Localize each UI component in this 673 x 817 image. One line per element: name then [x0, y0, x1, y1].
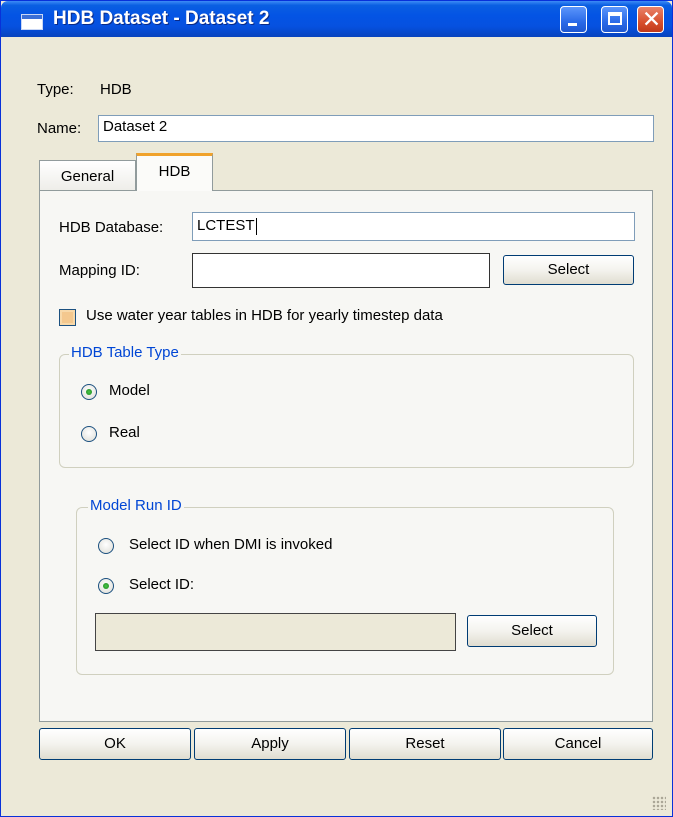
radio-select-id-label: Select ID: [129, 576, 195, 593]
radio-select-id-on-invoke-label: Select ID when DMI is invoked [129, 536, 333, 553]
mapping-id-field[interactable] [192, 253, 490, 288]
window-title: HDB Dataset - Dataset 2 [53, 8, 270, 29]
name-label: Name: [37, 120, 82, 137]
radio-real[interactable] [81, 426, 97, 442]
hdb-database-field[interactable]: LCTEST [192, 212, 635, 241]
maximize-icon [608, 12, 622, 25]
hdb-table-type-title: HDB Table Type [69, 344, 181, 361]
resize-grip-icon[interactable] [652, 796, 666, 810]
reset-button[interactable]: Reset [349, 728, 501, 760]
hdb-database-label: HDB Database: [59, 219, 164, 236]
radio-real-label: Real [109, 424, 140, 441]
title-bar[interactable]: HDB Dataset - Dataset 2 ✕ [1, 1, 672, 37]
radio-model[interactable] [81, 384, 97, 400]
model-run-id-field[interactable] [95, 613, 456, 651]
window-icon [21, 14, 43, 30]
water-year-checkbox[interactable] [59, 309, 76, 326]
radio-model-label: Model [109, 382, 150, 399]
maximize-button[interactable] [601, 6, 628, 33]
close-icon: ✕ [641, 6, 662, 32]
radio-select-id[interactable] [98, 578, 114, 594]
model-run-select-button[interactable]: Select [467, 615, 597, 647]
name-field[interactable]: Dataset 2 [98, 115, 654, 142]
radio-select-id-on-invoke[interactable] [98, 538, 114, 554]
model-run-id-title: Model Run ID [88, 497, 184, 514]
minimize-icon [568, 23, 577, 26]
cancel-button[interactable]: Cancel [503, 728, 653, 760]
tab-hdb[interactable]: HDB [136, 153, 213, 191]
apply-button[interactable]: Apply [194, 728, 346, 760]
tab-general[interactable]: General [39, 160, 136, 194]
mapping-select-button[interactable]: Select [503, 255, 634, 285]
ok-button[interactable]: OK [39, 728, 191, 760]
minimize-button[interactable] [560, 6, 587, 33]
close-button[interactable]: ✕ [637, 6, 664, 33]
hdb-table-type-group [59, 354, 634, 468]
type-value: HDB [100, 81, 132, 98]
text-cursor [255, 217, 257, 235]
dialog-window: HDB Dataset - Dataset 2 ✕ Type: HDB Name… [0, 0, 673, 817]
water-year-label: Use water year tables in HDB for yearly … [86, 307, 443, 324]
type-label: Type: [37, 81, 74, 98]
mapping-id-label: Mapping ID: [59, 262, 140, 279]
hdb-database-value: LCTEST [197, 217, 255, 234]
